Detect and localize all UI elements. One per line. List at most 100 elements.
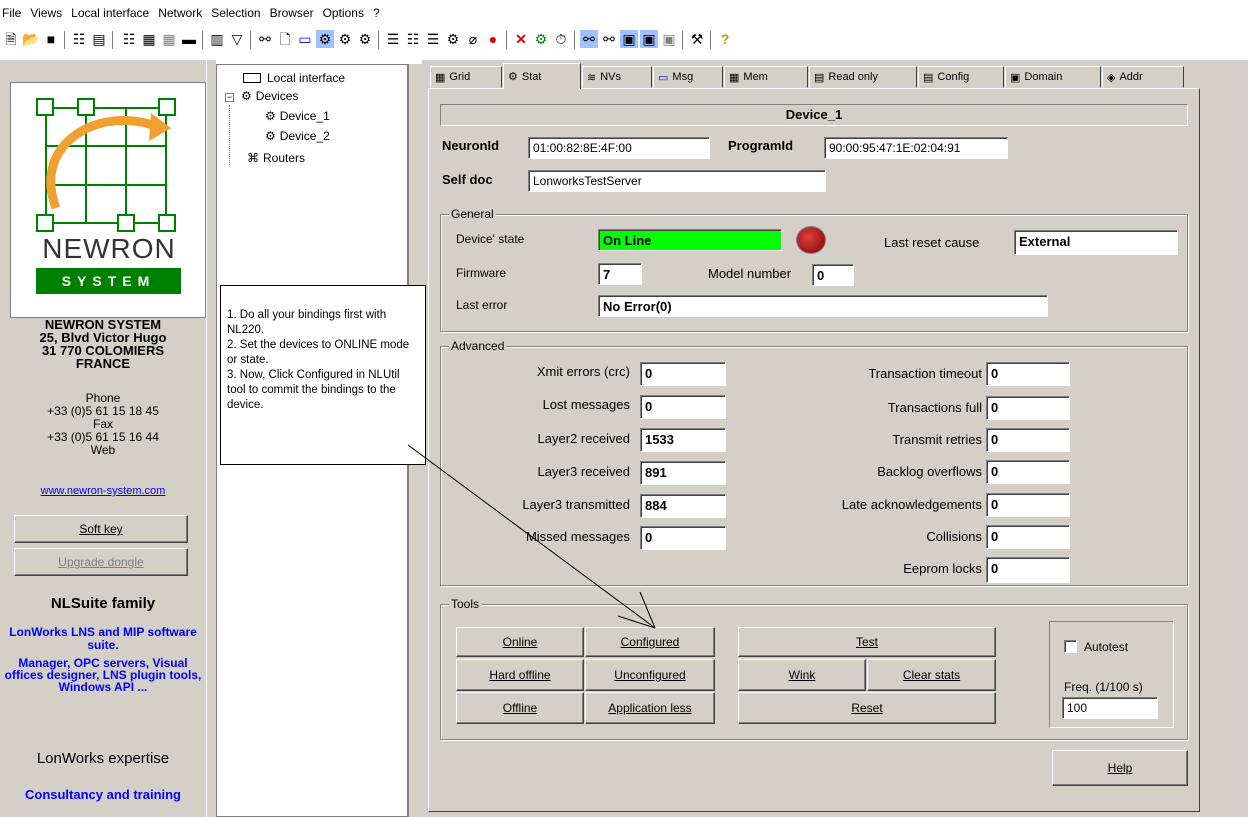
list-view-icon[interactable]: ▤ <box>90 30 108 48</box>
tab-addr[interactable]: ◈ Addr <box>1102 66 1184 88</box>
unbinding-icon[interactable]: ⚯ <box>600 30 618 48</box>
delete-icon[interactable]: ✕ <box>512 30 530 48</box>
layer2-received-field[interactable]: 1533 <box>640 428 726 452</box>
toolbar: 🗎 📂 ■ ☷ ▤ ☷ ▦ ▦ ▬ ▥ ▽ ⚯ 🗋 ▭ ⚙ ⚙ ⚙ ☰ ☷ ☰ … <box>0 26 1252 54</box>
device-state-field[interactable]: On Line <box>598 229 782 251</box>
filter-icon[interactable]: ▽ <box>228 30 246 48</box>
hierarchy-icon[interactable]: ☷ <box>120 30 138 48</box>
last-reset-field[interactable]: External <box>1014 230 1178 255</box>
open-icon[interactable]: 📂 <box>22 30 40 48</box>
backlog-overflows-field[interactable]: 0 <box>986 460 1070 484</box>
tab-grid[interactable]: ▦ Grid <box>430 66 502 88</box>
missed-messages-field[interactable]: 0 <box>640 526 726 550</box>
collapse-icon[interactable]: − <box>225 93 234 102</box>
document-icon[interactable]: 🗋 <box>276 30 294 48</box>
menu-browser[interactable]: Browser <box>270 6 314 20</box>
save-icon[interactable]: ■ <box>42 30 60 48</box>
wink-button[interactable]: Wink <box>738 659 866 691</box>
tool-icon[interactable]: ⚒ <box>688 30 706 48</box>
layer3-received-field[interactable]: 891 <box>640 461 726 485</box>
upgrade-dongle-button[interactable]: Upgrade dongle <box>14 548 188 576</box>
model-number-field[interactable]: 0 <box>812 264 854 286</box>
eraser-icon[interactable]: ⌀ <box>464 30 482 48</box>
clear-stats-button[interactable]: Clear stats <box>867 659 996 691</box>
tree-view-icon[interactable]: ☷ <box>70 30 88 48</box>
window-icon[interactable]: ▬ <box>180 30 198 48</box>
tree-item-routers[interactable]: ⌘ Routers <box>247 151 305 165</box>
network-icon[interactable]: ▦ <box>140 30 158 48</box>
reset-button[interactable]: Reset <box>738 692 996 724</box>
menu-file[interactable]: File <box>2 6 21 20</box>
website-link[interactable]: www.newron-system.com <box>0 485 206 497</box>
monitor2-icon[interactable]: ▣ <box>640 30 658 48</box>
connect-icon[interactable]: ⚙ <box>532 30 550 48</box>
transaction-timeout-field[interactable]: 0 <box>986 362 1070 386</box>
online-button[interactable]: Online <box>456 627 584 657</box>
tree-item-device2[interactable]: ⚙ Device_2 <box>265 129 330 143</box>
hard-offline-button[interactable]: Hard offline <box>456 659 584 691</box>
arrow-icon[interactable]: ▭ <box>296 30 314 48</box>
expertise-title: LonWorks expertise <box>36 750 170 767</box>
collisions-field[interactable]: 0 <box>986 525 1070 549</box>
unconfigured-button[interactable]: Unconfigured <box>585 659 715 691</box>
menu-options[interactable]: Options <box>323 6 364 20</box>
device-tool-icon[interactable]: ⚙ <box>356 30 374 48</box>
tab-nvs[interactable]: ≋ NVs <box>582 66 652 88</box>
binoculars-icon[interactable]: ⚯ <box>256 30 274 48</box>
service-led-icon[interactable] <box>796 226 826 254</box>
self-doc-field[interactable]: LonworksTestServer <box>528 170 826 192</box>
tools-title: Tools <box>449 597 482 611</box>
device-icon[interactable]: ⚙ <box>336 30 354 48</box>
freq-field[interactable]: 100 <box>1062 697 1158 719</box>
last-error-field[interactable]: No Error(0) <box>598 295 1048 317</box>
configured-button[interactable]: Configured <box>585 627 715 657</box>
timer-icon[interactable]: ⏱ <box>552 30 570 48</box>
sidebar-splitter[interactable] <box>206 60 216 817</box>
offline-button[interactable]: Offline <box>456 692 584 724</box>
grid-view2-icon[interactable]: ☷ <box>404 30 422 48</box>
menu-selection[interactable]: Selection <box>211 6 260 20</box>
tab-stat[interactable]: ⚙ Stat <box>503 63 581 89</box>
browse-icon[interactable]: ▦ <box>160 30 178 48</box>
tree-item-devices[interactable]: ⚙ Devices <box>241 89 298 103</box>
layer3-transmitted-field[interactable]: 884 <box>640 494 726 518</box>
menu-network[interactable]: Network <box>158 6 202 20</box>
transactions-full-field[interactable]: 0 <box>986 396 1070 420</box>
tab-config[interactable]: ▤ Config <box>918 66 1004 88</box>
tree-item-device1[interactable]: ⚙ Device_1 <box>265 109 330 123</box>
late-acknowledgements-field[interactable]: 0 <box>986 493 1070 517</box>
lost-messages-field[interactable]: 0 <box>640 395 726 419</box>
grid-view3-icon[interactable]: ☰ <box>424 30 442 48</box>
tab-msg[interactable]: ▭ Msg <box>653 66 723 88</box>
firmware-field[interactable]: 7 <box>598 263 642 285</box>
new-icon[interactable]: 🗎 <box>2 30 20 48</box>
transmit-retries-field[interactable]: 0 <box>986 428 1070 452</box>
xmit-errors-field[interactable]: 0 <box>640 362 726 386</box>
tab-domain[interactable]: ▣ Domain <box>1005 66 1101 88</box>
table-icon[interactable]: ▥ <box>208 30 226 48</box>
menu-views[interactable]: Views <box>30 6 62 20</box>
menu-local-interface[interactable]: Local interface <box>71 6 149 20</box>
test-button[interactable]: Test <box>738 627 996 657</box>
binding-icon[interactable]: ⚯ <box>580 30 598 48</box>
autotest-checkbox[interactable] <box>1064 640 1077 653</box>
collisions-label: Collisions <box>926 529 982 544</box>
eeprom-locks-field[interactable]: 0 <box>986 557 1070 583</box>
help-icon[interactable]: ? <box>716 30 734 48</box>
grid-view-icon[interactable]: ☰ <box>384 30 402 48</box>
tab-read-only[interactable]: ▤ Read only <box>809 66 917 88</box>
neuron-id-field[interactable]: 01:00:82:8E:4F:00 <box>528 137 710 159</box>
record-icon[interactable]: ● <box>484 30 502 48</box>
tab-mem[interactable]: ▦ Mem <box>724 66 808 88</box>
tree-item-local-interface[interactable]: Local interface <box>243 71 345 85</box>
program-id-field[interactable]: 90:00:95:47:1E:02:04:91 <box>824 137 1008 159</box>
monitor3-icon[interactable]: ▣ <box>660 30 678 48</box>
application-less-button[interactable]: Application less <box>585 692 715 724</box>
tree-label-local-interface: Local interface <box>267 71 346 85</box>
stat-tool-icon[interactable]: ⚙ <box>444 30 462 48</box>
soft-key-button[interactable]: Soft key <box>14 515 188 543</box>
menu-help[interactable]: ? <box>373 6 380 20</box>
devices-icon[interactable]: ⚙ <box>316 30 334 48</box>
monitor-icon[interactable]: ▣ <box>620 30 638 48</box>
help-button[interactable]: Help <box>1052 750 1188 786</box>
